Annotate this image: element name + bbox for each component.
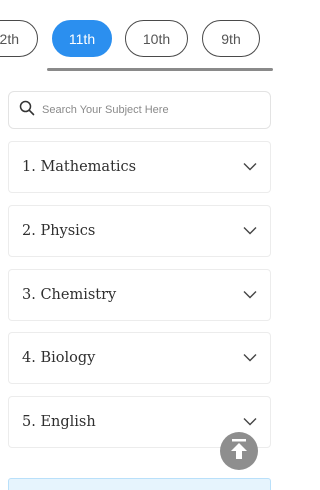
scroll-to-top-button[interactable] <box>220 432 258 470</box>
subject-label: 3. Chemistry <box>22 287 117 303</box>
search-input[interactable] <box>42 104 252 116</box>
chevron-down-icon <box>243 413 257 431</box>
subject-item-biology[interactable]: 4. Biology <box>8 332 271 384</box>
search-icon <box>19 100 35 121</box>
subject-label: 1. Mathematics <box>22 159 137 175</box>
chevron-down-icon <box>243 286 257 304</box>
tab-10th[interactable]: 10th <box>125 20 188 57</box>
subject-item-chemistry[interactable]: 3. Chemistry <box>8 269 271 321</box>
tab-12th[interactable]: 12th <box>0 20 38 57</box>
class-tabs: 12th 11th 10th 9th <box>0 0 280 72</box>
subject-label: 2. Physics <box>22 223 96 239</box>
chevron-down-icon <box>243 349 257 367</box>
tabs-scroll-indicator <box>47 68 273 71</box>
chevron-down-icon <box>243 222 257 240</box>
subject-label: 5. English <box>22 414 96 430</box>
bottom-banner <box>8 478 271 490</box>
tab-9th[interactable]: 9th <box>202 20 260 57</box>
subject-item-mathematics[interactable]: 1. Mathematics <box>8 141 271 193</box>
subject-item-physics[interactable]: 2. Physics <box>8 205 271 257</box>
chevron-down-icon <box>243 158 257 176</box>
subject-search <box>8 91 271 129</box>
tab-11th[interactable]: 11th <box>52 20 112 57</box>
subject-label: 4. Biology <box>22 350 96 366</box>
arrow-up-to-top-icon <box>229 438 249 465</box>
